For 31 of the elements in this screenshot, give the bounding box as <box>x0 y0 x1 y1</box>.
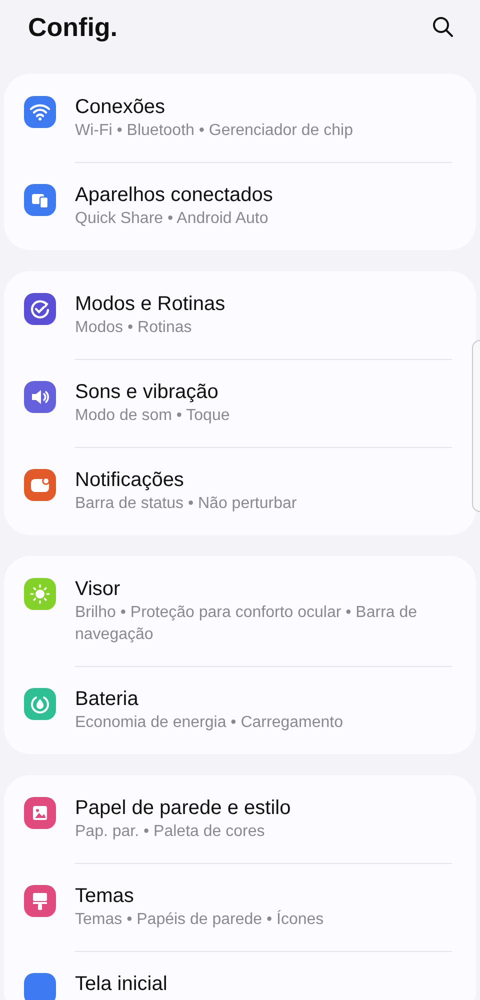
settings-item[interactable]: Aparelhos conectados Quick Share • Android Auto <box>4 162 476 250</box>
item-subtitle: Temas • Papéis de parede • Ícones <box>75 909 325 930</box>
item-title: Papel de parede e estilo <box>75 796 292 821</box>
item-title: Sons e vibração <box>75 380 220 405</box>
item-title: Aparelhos conectados <box>75 183 274 208</box>
item-subtitle: Quick Share • Android Auto <box>75 209 270 229</box>
item-title: Modos e Rotinas <box>75 292 226 317</box>
settings-item[interactable]: Modos e Rotinas Modos • Rotinas <box>4 271 476 359</box>
item-subtitle: Barra de status • Não perturbar <box>75 494 298 514</box>
item-title: Tela inicial <box>75 972 168 997</box>
settings-item[interactable]: Visor Brilho • Proteção para conforto ocular • Barra de navegação <box>4 556 476 666</box>
page-title: Config. <box>28 10 118 44</box>
item-title: Visor <box>75 577 122 602</box>
item-title: Conexões <box>75 95 166 120</box>
settings-item[interactable]: Notificações Barra de status • Não perturbar <box>4 447 476 535</box>
item-subtitle: Economia de energia • Carregamento <box>75 713 344 733</box>
settings-item[interactable]: Temas Temas • Papéis de parede • Ícones <box>4 863 476 951</box>
item-title: Bateria <box>75 687 140 712</box>
settings-item[interactable]: Sons e vibração Modo de som • Toque <box>4 359 476 447</box>
item-subtitle: Modos • Rotinas <box>75 318 193 338</box>
item-subtitle: Pap. par. • Paleta de cores <box>75 822 266 842</box>
settings-item[interactable]: Conexões Wi-Fi • Bluetooth • Gerenciador de chip <box>4 74 476 162</box>
item-subtitle: Brilho • Proteção para conforto ocular • Barra de navegação <box>75 603 418 645</box>
settings-item[interactable]: Bateria Economia de energia • Carregamento <box>4 666 476 754</box>
item-subtitle: Modo de som • Toque <box>75 406 231 426</box>
item-title: Temas <box>75 884 135 909</box>
item-title: Notificações <box>75 468 185 493</box>
settings-item[interactable]: Papel de parede e estilo Pap. par. • Paleta de cores <box>4 775 476 863</box>
item-subtitle: Wi-Fi • Bluetooth • Gerenciador de chip <box>75 121 354 141</box>
search-icon[interactable] <box>432 16 454 38</box>
settings-item[interactable]: Tela inicial <box>4 951 476 1000</box>
